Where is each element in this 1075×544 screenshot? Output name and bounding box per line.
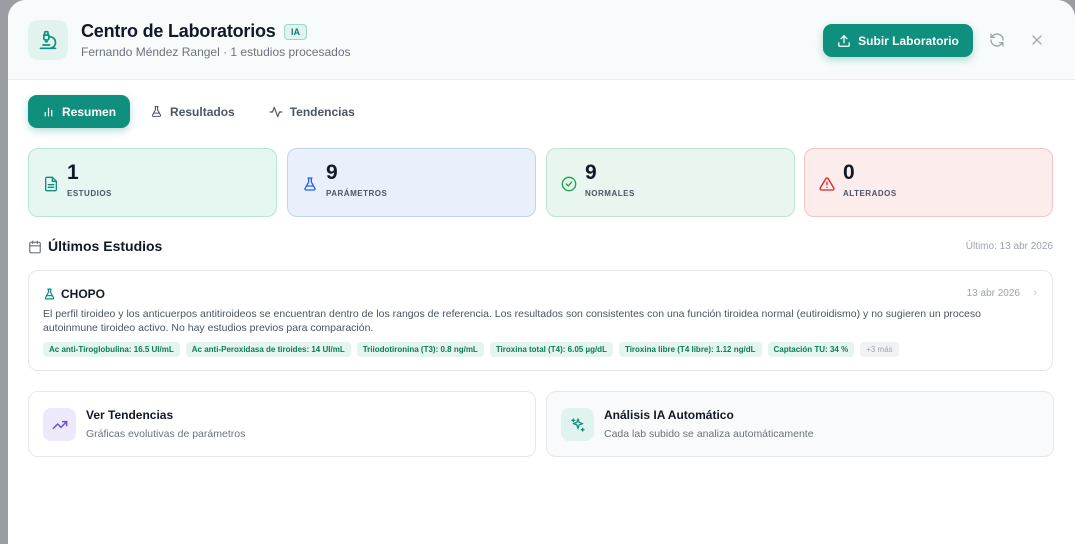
last-study-date: Último: 13 abr 2026: [965, 241, 1053, 252]
trends-card[interactable]: Ver Tendencias Gráficas evolutivas de pa…: [28, 391, 536, 457]
study-date: 13 abr 2026: [966, 288, 1020, 299]
page-title: Centro de Laboratorios: [81, 21, 276, 41]
microscope-icon: [28, 20, 68, 60]
stat-estudios: 1 ESTUDIOS: [28, 148, 277, 217]
tab-resumen[interactable]: Resumen: [28, 95, 131, 128]
parameter-chips: Ac anti-Tiroglobulina: 16.5 UI/mL Ac ant…: [43, 342, 899, 357]
stat-parametros: 9 PARÁMETROS: [287, 148, 536, 217]
upload-icon: [838, 34, 851, 47]
study-description: El perfil tiroideo y los anticuerpos ant…: [43, 308, 981, 334]
stat-alterados: 0 ALTERADOS: [804, 148, 1053, 217]
calendar-icon: [29, 240, 41, 254]
tab-label: Resumen: [62, 104, 117, 119]
tab-resultados[interactable]: Resultados: [136, 95, 249, 128]
tab-bar: Resumen Resultados Tendencias: [28, 95, 369, 128]
stat-value: 0: [843, 161, 855, 184]
card-title: Ver Tendencias: [86, 408, 174, 422]
upload-lab-button[interactable]: Subir Laboratorio: [823, 24, 973, 57]
flask-icon: [151, 106, 162, 117]
section-title: Últimos Estudios: [48, 238, 163, 254]
sparkles-icon: [561, 408, 594, 441]
study-name: CHOPO: [61, 287, 106, 301]
chevron-right-icon[interactable]: ›: [1033, 287, 1037, 299]
card-title: Análisis IA Automático: [604, 408, 734, 422]
flask-icon: [304, 177, 316, 191]
refresh-icon[interactable]: [988, 31, 1006, 49]
ia-badge: IA: [284, 24, 307, 40]
page-subtitle: Fernando Méndez Rangel · 1 estudios proc…: [81, 45, 351, 59]
document-icon: [45, 176, 57, 192]
stat-value: 9: [326, 161, 338, 184]
flask-icon: [44, 288, 55, 300]
parameter-chip: Tiroxina libre (T4 libre): 1.12 ng/dL: [618, 342, 762, 357]
card-description: Cada lab subido se analiza automáticamen…: [604, 428, 814, 440]
tab-label: Resultados: [170, 104, 235, 119]
stat-label: NORMALES: [585, 189, 635, 198]
study-card[interactable]: CHOPO 13 abr 2026 › El perfil tiroideo y…: [28, 270, 1053, 371]
stat-label: ESTUDIOS: [67, 189, 112, 198]
stat-value: 9: [585, 161, 597, 184]
bar-chart-icon: [44, 107, 53, 117]
close-icon[interactable]: [1028, 31, 1046, 49]
tab-tendencias[interactable]: Tendencias: [255, 95, 369, 128]
stat-label: PARÁMETROS: [326, 189, 388, 198]
lab-center-modal: Centro de Laboratorios IA Fernando Ménde…: [8, 0, 1075, 544]
stat-normales: 9 NORMALES: [546, 148, 795, 217]
parameter-chip: Captación TU: 34 %: [767, 342, 855, 357]
trending-up-icon: [43, 408, 76, 441]
activity-icon: [269, 106, 283, 117]
tab-label: Tendencias: [289, 104, 355, 119]
card-description: Gráficas evolutivas de parámetros: [86, 428, 246, 440]
modal-header: Centro de Laboratorios IA Fernando Ménde…: [8, 0, 1075, 80]
check-circle-icon: [561, 176, 577, 192]
stat-value: 1: [67, 161, 79, 184]
parameter-chip: Ac anti-Peroxidasa de tiroides: 14 UI/mL: [185, 342, 351, 357]
parameter-chip: Ac anti-Tiroglobulina: 16.5 UI/mL: [43, 342, 180, 357]
more-chip[interactable]: +3 más: [860, 342, 899, 357]
alert-triangle-icon: [819, 177, 835, 191]
parameter-chip: Triiodotironina (T3): 0.8 ng/mL: [356, 342, 484, 357]
stat-label: ALTERADOS: [843, 189, 897, 198]
upload-label: Subir Laboratorio: [858, 33, 959, 48]
ai-analysis-card[interactable]: Análisis IA Automático Cada lab subido s…: [546, 391, 1054, 457]
parameter-chip: Tiroxina total (T4): 6.05 µg/dL: [489, 342, 613, 357]
